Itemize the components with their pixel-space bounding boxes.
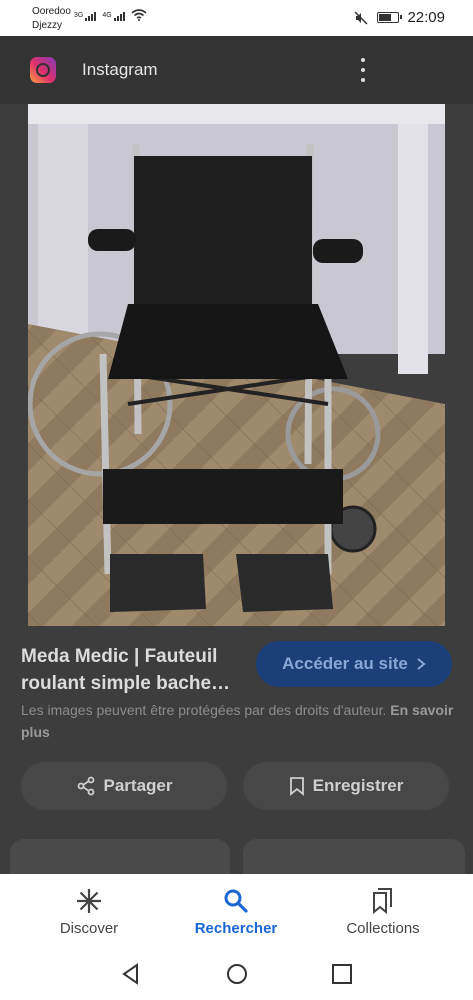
share-button[interactable]: Partager [21, 762, 227, 810]
copyright-text: Les images peuvent être protégées par de… [21, 702, 387, 718]
status-right: 22:09 [353, 9, 445, 26]
result-title[interactable]: Meda Medic | Fauteuil roulant simple bac… [21, 643, 251, 697]
app-title: Instagram [82, 60, 158, 79]
system-nav [0, 948, 473, 1000]
carrier-2: Djezzy [32, 20, 63, 31]
battery-icon [377, 12, 403, 23]
signal-1-icon: 3G [74, 12, 97, 21]
nav-collections[interactable]: Collections [318, 874, 448, 948]
nav-discover-label: Discover [59, 920, 119, 937]
collections-icon [368, 886, 398, 916]
net-type-1: 3G [74, 12, 84, 19]
recents-icon[interactable] [330, 962, 354, 986]
asterisk-icon [74, 886, 104, 916]
share-label: Partager [103, 776, 173, 795]
carrier-1: Ooredoo [32, 6, 71, 17]
signal-2-icon: 4G [102, 12, 125, 21]
related-thumbnail[interactable] [243, 839, 465, 874]
back-icon[interactable] [119, 962, 143, 986]
related-thumbnail[interactable] [10, 839, 230, 874]
save-label: Enregistrer [312, 776, 404, 795]
nav-collections-label: Collections [346, 920, 420, 937]
bottom-nav: Discover Rechercher Collections [0, 874, 473, 948]
chevron-right-icon [417, 658, 426, 670]
home-icon[interactable] [225, 962, 249, 986]
bookmark-icon [289, 777, 304, 796]
visit-site-label: Accéder au site [282, 654, 408, 673]
share-icon [77, 776, 94, 796]
search-icon [221, 886, 251, 916]
save-button[interactable]: Enregistrer [243, 762, 449, 810]
carrier-info: Ooredoo Djezzy [32, 5, 71, 33]
status-bar: Ooredoo Djezzy 3G 4G 22:09 [0, 0, 473, 36]
net-type-2: 4G [102, 12, 112, 19]
visit-site-button[interactable]: Accéder au site [256, 641, 452, 687]
nav-discover[interactable]: Discover [24, 874, 154, 948]
clock: 22:09 [407, 9, 445, 26]
mute-icon [354, 10, 368, 25]
instagram-icon [30, 57, 56, 83]
app-header: Instagram [0, 36, 473, 104]
nav-search[interactable]: Rechercher [171, 874, 301, 948]
wheelchair-photo[interactable] [28, 104, 445, 626]
wifi-icon [131, 9, 147, 21]
signal-indicators: 3G 4G [74, 9, 147, 21]
more-vert-icon[interactable] [358, 58, 368, 82]
image-viewer[interactable] [0, 104, 473, 626]
copyright-notice: Les images peuvent être protégées par de… [21, 699, 461, 743]
nav-search-label: Rechercher [194, 920, 278, 937]
dimmed-page: Instagram Meda Medic | Fauteuil roulant … [0, 36, 473, 874]
